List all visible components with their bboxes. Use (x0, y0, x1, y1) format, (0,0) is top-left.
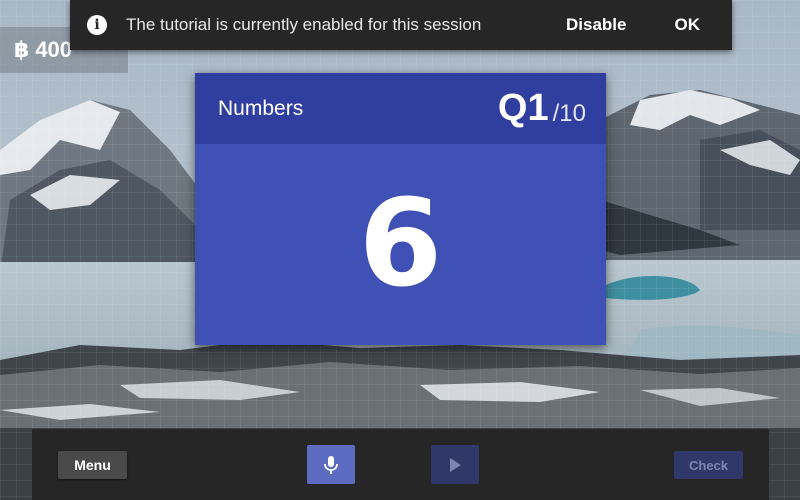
tutorial-notification: i The tutorial is currently enabled for … (70, 0, 732, 50)
baht-coin-icon: ฿ (14, 37, 30, 62)
info-icon: i (87, 15, 107, 35)
play-icon (450, 457, 461, 472)
microphone-icon (324, 455, 338, 474)
question-body: 6 (195, 144, 606, 345)
score-value: 400 (35, 37, 73, 62)
menu-button[interactable]: Menu (58, 451, 127, 479)
check-button[interactable]: Check (674, 451, 743, 479)
play-button[interactable] (431, 445, 479, 484)
question-header: Numbers Q1 /10 (195, 73, 606, 144)
ok-button[interactable]: OK (675, 15, 701, 35)
control-bar: Menu Check (32, 429, 769, 500)
question-prompt: 6 (358, 175, 443, 314)
microphone-button[interactable] (307, 445, 355, 484)
question-category: Numbers (218, 96, 304, 120)
tutorial-message: The tutorial is currently enabled for th… (126, 15, 482, 34)
disable-tutorial-button[interactable]: Disable (566, 15, 626, 35)
question-card: Numbers Q1 /10 6 (195, 73, 606, 345)
question-number: Q1 (497, 87, 549, 129)
question-total: /10 (552, 99, 586, 127)
